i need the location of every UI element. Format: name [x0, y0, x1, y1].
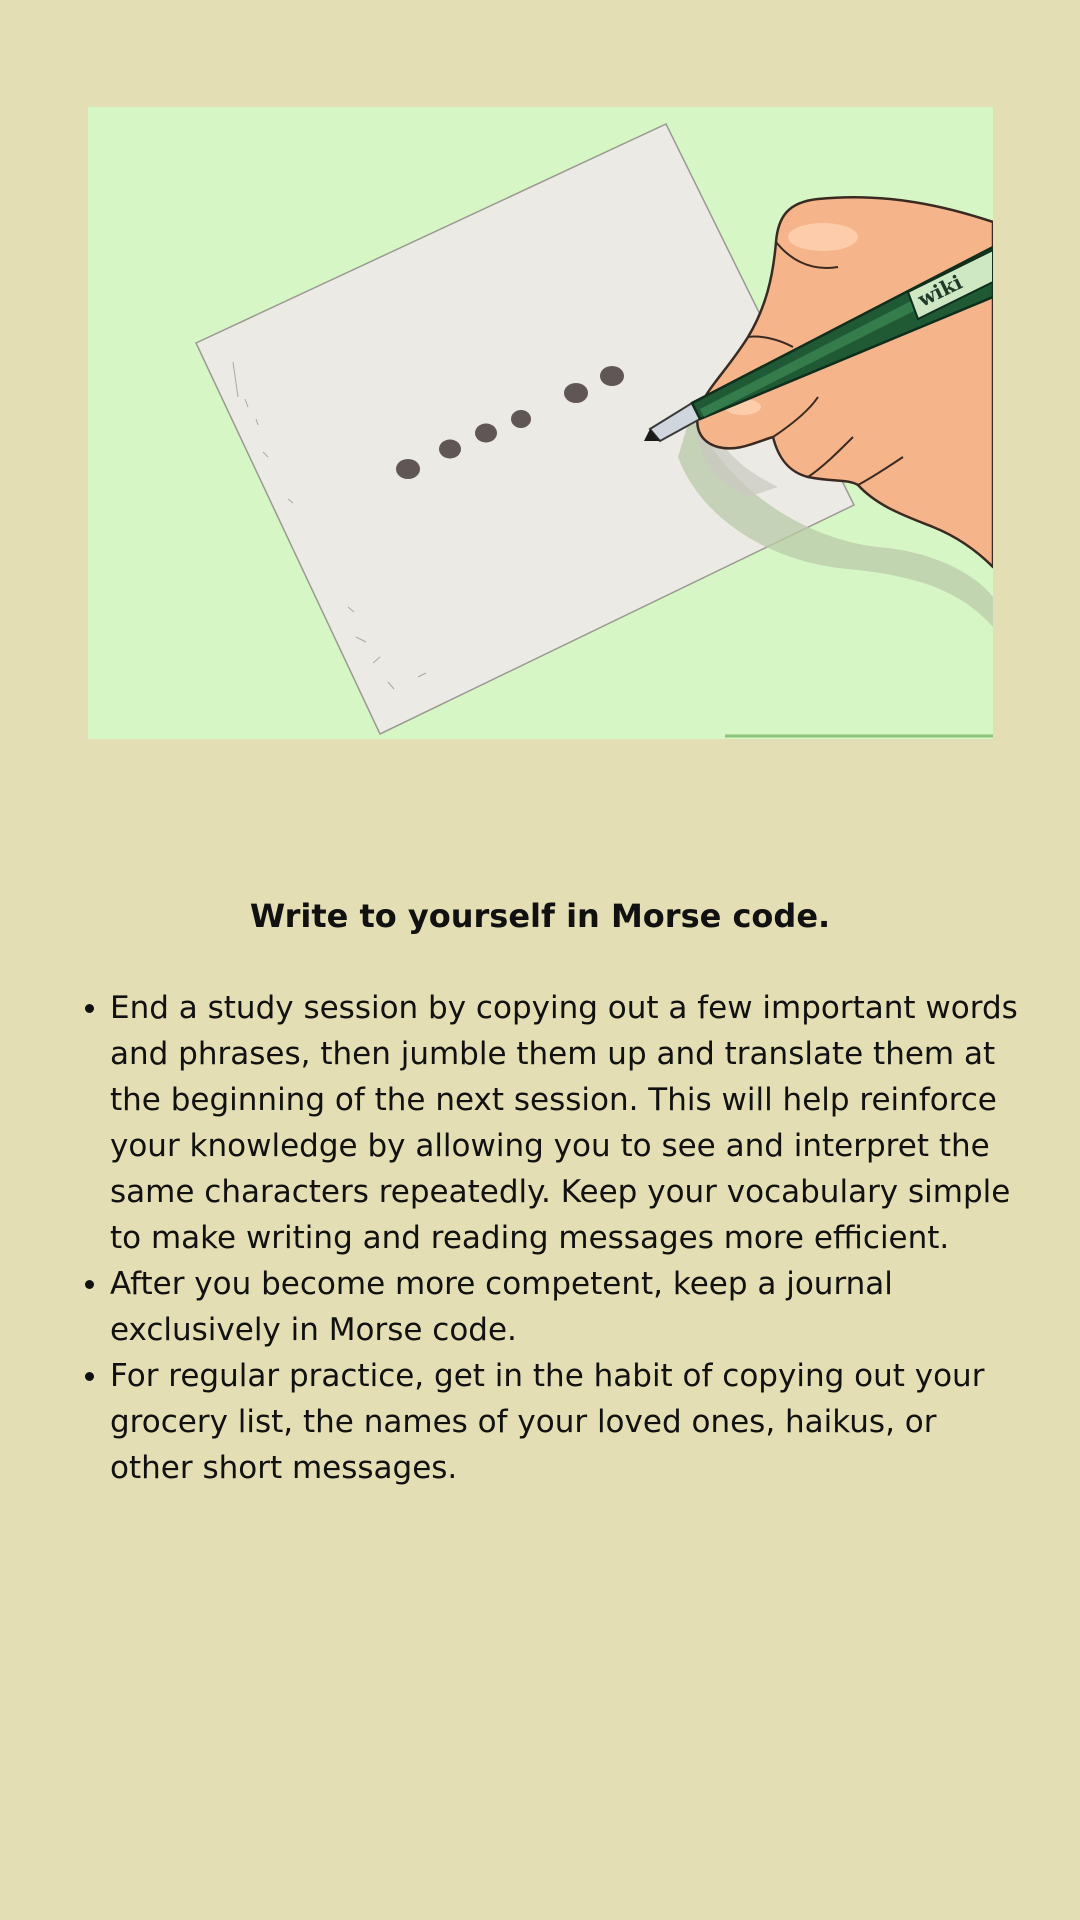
step-illustration: wiki: [88, 107, 993, 739]
morse-writing-illustration: wiki: [195, 123, 993, 738]
list-item: After you become more competent, keep a …: [110, 1261, 1020, 1353]
step-title: Write to yourself in Morse code.: [249, 897, 831, 935]
tips-list: End a study session by copying out a few…: [70, 985, 1020, 1491]
list-item: End a study session by copying out a few…: [110, 985, 1020, 1261]
list-item: For regular practice, get in the habit o…: [110, 1353, 1020, 1491]
